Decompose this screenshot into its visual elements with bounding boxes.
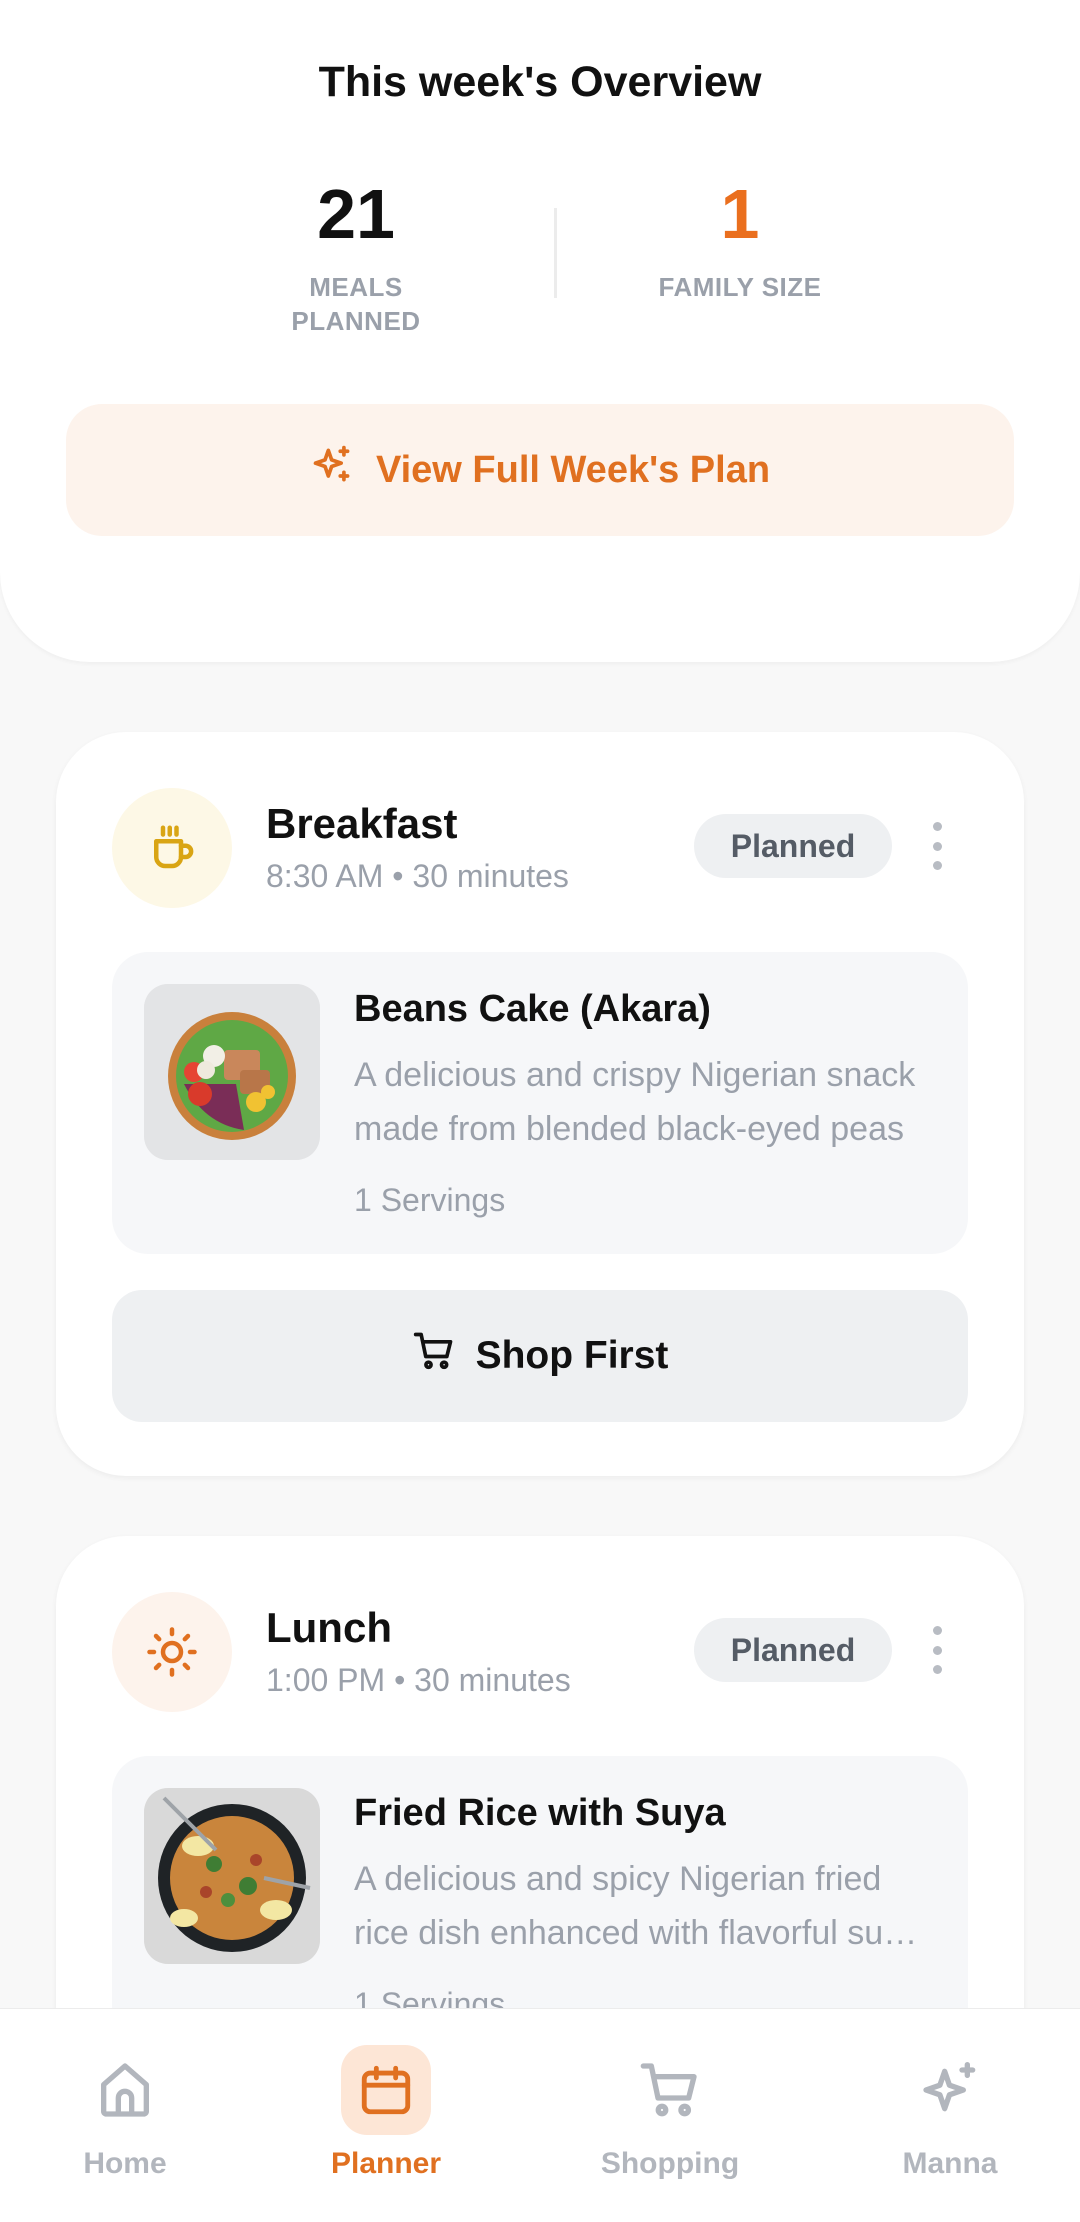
view-full-week-plan-button[interactable]: View Full Week's Plan (66, 404, 1014, 536)
family-size-value: 1 (720, 175, 760, 253)
sparkle-icon (905, 2045, 995, 2135)
planner-screen: This week's Overview 21 MEALS PLANNED 1 … (0, 0, 1080, 2222)
coffee-cup-icon (112, 788, 232, 908)
family-size-stat: 1 FAMILY SIZE (590, 174, 890, 304)
status-badge: Planned (694, 1618, 892, 1682)
view-plan-label: View Full Week's Plan (375, 448, 771, 491)
meal-name: Breakfast (266, 800, 458, 847)
recipe-card[interactable]: Beans Cake (Akara) A delicious and crisp… (112, 952, 968, 1254)
sun-icon (112, 1592, 232, 1712)
calendar-icon (341, 2045, 431, 2135)
meals-planned-label: MEALS PLANNED (291, 272, 421, 336)
bottom-navigation: Home Planner Shopping Manna (0, 2008, 1080, 2222)
family-size-label: FAMILY SIZE (658, 272, 822, 302)
meal-name: Lunch (266, 1604, 392, 1651)
recipe-title: Beans Cake (Akara) (354, 988, 711, 1030)
nav-item-manna[interactable]: Manna (850, 2009, 1050, 2222)
meals-planned-stat: 21 MEALS PLANNED (206, 174, 506, 338)
recipe-title: Fried Rice with Suya (354, 1792, 726, 1834)
recipe-description: A delicious and crispy Nigerian snack ma… (354, 1056, 916, 1148)
nav-label: Manna (902, 2147, 998, 2180)
cart-icon (625, 2045, 715, 2135)
meal-time: 1:00 PM • 30 minutes (266, 1662, 571, 1698)
nav-label: Home (83, 2147, 167, 2180)
meal-card-breakfast: Breakfast 8:30 AM • 30 minutes Planned B… (56, 732, 1024, 1476)
status-badge: Planned (694, 814, 892, 878)
nav-item-planner[interactable]: Planner (286, 2009, 486, 2222)
recipe-image (144, 1788, 320, 1964)
week-overview-card: This week's Overview 21 MEALS PLANNED 1 … (0, 0, 1080, 662)
recipe-description: A delicious and spicy Nigerian fried ric… (354, 1860, 920, 1952)
shop-first-label: Shop First (475, 1334, 669, 1377)
nav-label: Planner (330, 2147, 442, 2180)
cart-icon (412, 1329, 456, 1383)
more-options-icon[interactable] (922, 1620, 952, 1680)
recipe-image (144, 984, 320, 1160)
shop-first-button[interactable]: Shop First (112, 1290, 968, 1422)
sparkle-icon (310, 443, 354, 497)
more-options-icon[interactable] (922, 816, 952, 876)
meal-time: 8:30 AM • 30 minutes (266, 858, 569, 894)
nav-item-shopping[interactable]: Shopping (570, 2009, 770, 2222)
meals-planned-value: 21 (317, 175, 395, 253)
nav-label: Shopping (600, 2147, 740, 2180)
recipe-servings: 1 Servings (354, 1182, 506, 1218)
nav-item-home[interactable]: Home (25, 2009, 225, 2222)
home-icon (80, 2045, 170, 2135)
stat-divider (554, 208, 557, 298)
overview-title: This week's Overview (318, 58, 762, 106)
